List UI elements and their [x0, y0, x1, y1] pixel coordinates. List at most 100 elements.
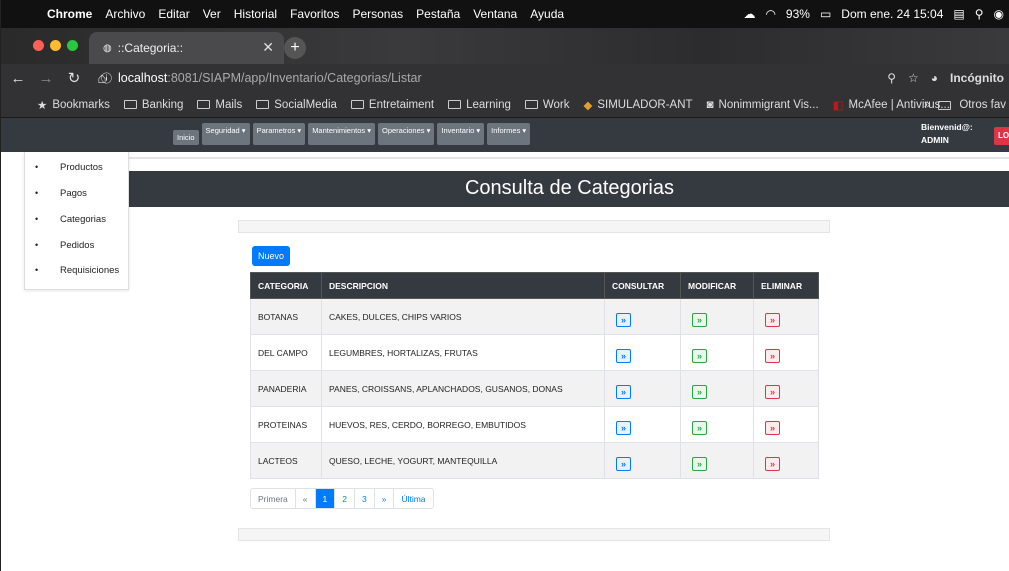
- menu-historial[interactable]: Historial: [234, 7, 277, 21]
- dropdown-item-requisiciones[interactable]: Requisiciones: [35, 265, 119, 276]
- menu-archivo[interactable]: Archivo: [105, 7, 145, 21]
- folder-icon: [448, 100, 462, 109]
- eliminar-button[interactable]: »: [765, 384, 780, 399]
- page-2[interactable]: 2: [335, 489, 355, 508]
- cell-categoria: PANADERIA: [250, 370, 322, 407]
- zoom-icon[interactable]: ⚲: [887, 71, 896, 85]
- modificar-button[interactable]: »: [692, 420, 707, 435]
- divider: [129, 157, 1009, 159]
- page-1[interactable]: 1: [315, 489, 336, 508]
- cell-categoria: LACTEOS: [250, 442, 322, 479]
- consultar-button[interactable]: »: [616, 348, 631, 363]
- bookmark-banking[interactable]: Banking: [123, 99, 183, 111]
- modificar-button[interactable]: »: [692, 348, 707, 363]
- bookmarks-right: » Otros fav: [924, 92, 1006, 118]
- clock[interactable]: Dom ene. 24 15:04: [841, 7, 943, 21]
- new-tab-button[interactable]: +: [284, 37, 306, 59]
- col-categoria: CATEGORIA: [250, 272, 322, 299]
- menu-pestana[interactable]: Pestaña: [416, 7, 460, 21]
- page-last[interactable]: Última: [394, 489, 432, 508]
- folder-icon: [123, 100, 137, 109]
- bookmark-socialmedia[interactable]: SocialMedia: [256, 99, 337, 111]
- menu-editar[interactable]: Editar: [158, 7, 189, 21]
- other-bookmarks[interactable]: Otros fav: [959, 99, 1006, 111]
- nav-operaciones[interactable]: Operaciones ▾: [377, 123, 435, 145]
- eliminar-button[interactable]: »: [765, 420, 780, 435]
- menu-chrome[interactable]: Chrome: [47, 7, 92, 21]
- minimize-window-button[interactable]: [50, 40, 61, 51]
- menu-favoritos[interactable]: Favoritos: [290, 7, 339, 21]
- more-bookmarks-icon[interactable]: »: [924, 99, 930, 111]
- forward-icon[interactable]: →: [35, 70, 57, 87]
- table-row: LACTEOS QUESO, LECHE, YOGURT, MANTEQUILL…: [250, 442, 819, 479]
- battery-percent[interactable]: 93%: [786, 7, 810, 21]
- consultar-button[interactable]: »: [616, 456, 631, 471]
- menu-ayuda[interactable]: Ayuda: [530, 7, 564, 21]
- close-window-button[interactable]: [33, 40, 44, 51]
- consultar-button[interactable]: »: [616, 420, 631, 435]
- incognito-icon[interactable]: ◕: [931, 71, 938, 85]
- bookmark-work[interactable]: Work: [524, 99, 570, 111]
- url-path: :8081/SIAPM/app/Inventario/Categorias/Li…: [167, 71, 422, 85]
- bookmark-nonimmigrant[interactable]: ◙ Nonimmigrant Vis...: [707, 99, 819, 111]
- dropdown-item-pedidos[interactable]: Pedidos: [35, 240, 94, 251]
- bookmarks-bar: ★ Bookmarks Banking Mails SocialMedia Ent…: [1, 92, 1009, 118]
- dropdown-item-productos[interactable]: Productos: [35, 162, 103, 173]
- zoom-window-button[interactable]: [67, 40, 78, 51]
- bookmark-mails[interactable]: Mails: [197, 99, 242, 111]
- modificar-button[interactable]: »: [692, 312, 707, 327]
- new-button[interactable]: Nuevo: [252, 246, 290, 266]
- bookmark-learning[interactable]: Learning: [448, 99, 511, 111]
- page-3[interactable]: 3: [355, 489, 375, 508]
- browser-tab[interactable]: ◍ ::Categoria:: ✕: [89, 32, 284, 64]
- address-bar[interactable]: ⓘ localhost:8081/SIAPM/app/Inventario/Ca…: [101, 67, 881, 89]
- flag-icon[interactable]: ▤: [953, 7, 964, 21]
- nav-parametros[interactable]: Parametros ▾: [252, 123, 306, 145]
- nav-mantenimientos[interactable]: Mantenimientos ▾: [308, 123, 375, 145]
- siri-icon[interactable]: ◉: [994, 7, 1004, 21]
- page-first[interactable]: Primera: [251, 489, 296, 508]
- close-tab-icon[interactable]: ✕: [262, 39, 274, 56]
- nav-seguridad[interactable]: Seguridad ▾: [201, 123, 250, 145]
- reload-icon[interactable]: ↻: [63, 69, 85, 87]
- eliminar-button[interactable]: »: [765, 348, 780, 363]
- battery-icon[interactable]: ▭: [820, 7, 831, 21]
- back-icon[interactable]: ←: [7, 70, 29, 87]
- modificar-button[interactable]: »: [692, 384, 707, 399]
- table-row: PROTEINAS HUEVOS, RES, CERDO, BORREGO, E…: [250, 406, 819, 443]
- modificar-button[interactable]: »: [692, 456, 707, 471]
- incognito-label[interactable]: Incógnito: [950, 71, 1004, 85]
- menu-personas[interactable]: Personas: [352, 7, 403, 21]
- wifi-icon[interactable]: ◠: [765, 7, 775, 21]
- nav-inicio[interactable]: Inicio: [173, 130, 199, 145]
- toolbar: ← → ↻ ⌂ ⓘ localhost:8081/SIAPM/app/Inven…: [1, 64, 1009, 92]
- menu-ver[interactable]: Ver: [203, 7, 221, 21]
- bookmark-entretaiment[interactable]: Entretaiment: [350, 99, 434, 111]
- star-icon[interactable]: ☆: [908, 71, 919, 85]
- cell-descripcion: LEGUMBRES, HORTALIZAS, FRUTAS: [321, 334, 605, 371]
- logout-button[interactable]: LO: [994, 127, 1009, 145]
- dropdown-item-categorias[interactable]: Categorias: [35, 214, 106, 225]
- table-row: DEL CAMPO LEGUMBRES, HORTALIZAS, FRUTAS …: [250, 334, 819, 371]
- bookmark-simulador[interactable]: ◆ SIMULADOR-ANT: [584, 98, 693, 112]
- cloud-icon[interactable]: ☁: [743, 7, 755, 21]
- nav-informes[interactable]: Informes ▾: [487, 123, 531, 145]
- macos-menu-bar: Chrome Archivo Editar Ver Historial Favo…: [1, 0, 1009, 28]
- page-prev[interactable]: «: [296, 489, 316, 508]
- col-eliminar: ELIMINAR: [753, 272, 819, 299]
- menu-ventana[interactable]: Ventana: [473, 7, 517, 21]
- consultar-button[interactable]: »: [616, 384, 631, 399]
- eliminar-button[interactable]: »: [765, 312, 780, 327]
- eliminar-button[interactable]: »: [765, 456, 780, 471]
- spotlight-icon[interactable]: ⚲: [975, 7, 984, 21]
- consultar-button[interactable]: »: [616, 312, 631, 327]
- window-controls: [33, 40, 78, 51]
- bookmark-bookmarks[interactable]: ★ Bookmarks: [37, 98, 110, 112]
- page-next[interactable]: »: [375, 489, 395, 508]
- cell-categoria: DEL CAMPO: [250, 334, 322, 371]
- dropdown-item-pagos[interactable]: Pagos: [35, 188, 87, 199]
- nav-inventario[interactable]: Inventario ▾: [437, 123, 485, 145]
- table-header-row: CATEGORIA DESCRIPCION CONSULTAR MODIFICA…: [250, 272, 819, 299]
- cell-descripcion: CAKES, DULCES, CHIPS VARIOS: [321, 298, 605, 335]
- info-icon[interactable]: ⓘ: [101, 70, 112, 86]
